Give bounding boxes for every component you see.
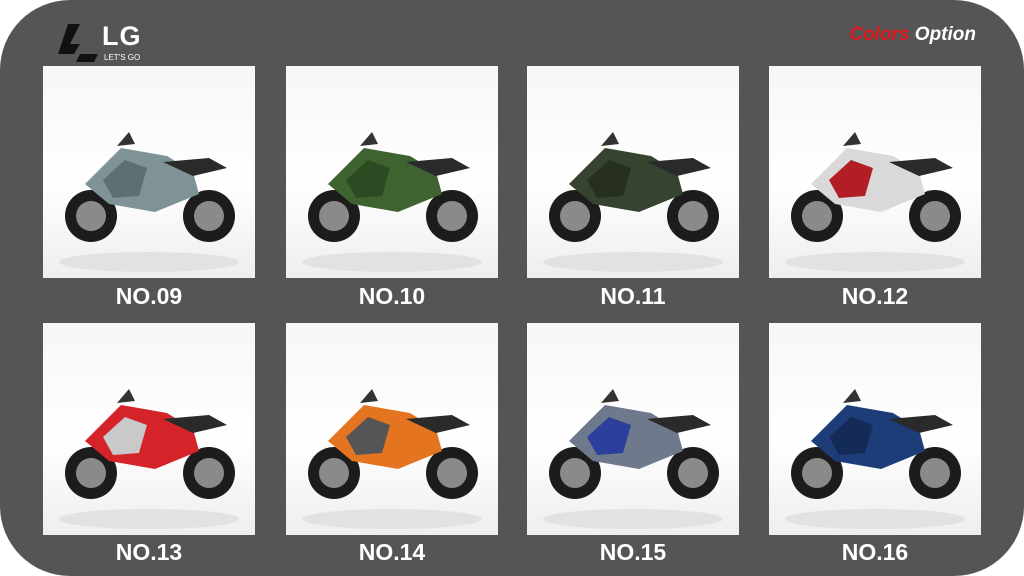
- color-options-panel: LG LET'S GO Colors Option NO.09 NO.10 NO.1…: [0, 0, 1024, 576]
- brand-logo: LG LET'S GO: [58, 20, 158, 68]
- motorcycle-image: [543, 132, 723, 272]
- motorcycle-label: NO.16: [841, 539, 909, 565]
- motorcycle-image: [59, 132, 239, 272]
- motorcycle-card: [527, 66, 739, 278]
- motorcycle-image: [302, 132, 482, 272]
- motorcycle-card: [43, 66, 255, 278]
- motorcycle-label: NO.13: [115, 539, 183, 565]
- title-colors-word: Colors: [849, 24, 910, 45]
- brand-name: LG: [102, 21, 142, 51]
- motorcycle-card: [286, 66, 498, 278]
- motorcycle-image: [543, 389, 723, 529]
- page-title: Colors Option: [849, 24, 976, 46]
- motorcycle-image: [785, 132, 965, 272]
- brand-tagline: LET'S GO: [104, 53, 141, 62]
- motorcycle-label: NO.15: [599, 539, 667, 565]
- motorcycle-label: NO.11: [600, 283, 666, 309]
- motorcycle-card: [527, 323, 739, 535]
- motorcycle-label: NO.10: [358, 283, 426, 309]
- lg-logo-icon: [58, 24, 98, 62]
- motorcycle-label: NO.12: [841, 283, 909, 309]
- motorcycle-label: NO.14: [358, 539, 426, 565]
- motorcycle-image: [785, 389, 965, 529]
- motorcycle-card: [43, 323, 255, 535]
- motorcycle-card: [286, 323, 498, 535]
- title-option-word: Option: [914, 24, 976, 45]
- motorcycle-image: [302, 389, 482, 529]
- motorcycle-label: NO.09: [115, 283, 183, 309]
- motorcycle-image: [59, 389, 239, 529]
- motorcycle-card: [769, 323, 981, 535]
- motorcycle-card: [769, 66, 981, 278]
